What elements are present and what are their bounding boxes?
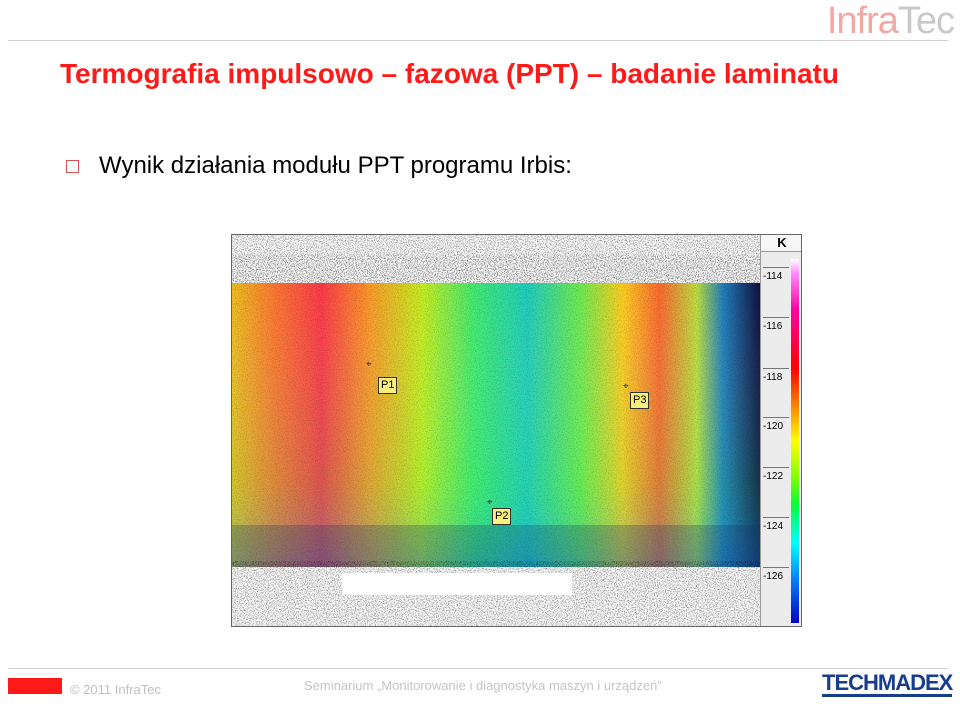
scale-unit: K <box>761 235 801 252</box>
scale-tick: -124 <box>763 521 784 532</box>
bullet-square-icon <box>66 159 79 173</box>
scale-tick: -118 <box>763 372 783 383</box>
bullet-item: Wynik działania modułu PPT programu Irbi… <box>66 152 572 180</box>
bullet-text: Wynik działania modułu PPT programu Irbi… <box>99 152 572 179</box>
scale-tick-line <box>763 317 789 318</box>
logo-tec: Tec <box>897 0 955 42</box>
slide-title: Termografia impulsowo – fazowa (PPT) – b… <box>60 58 839 89</box>
p1-crosshair-icon: ⌖ <box>366 359 372 370</box>
marker-p2: P2 <box>492 508 512 525</box>
scale-tick-line <box>763 517 789 518</box>
scale-tick: -122 <box>763 471 784 482</box>
p2-crosshair-icon: ⌖ <box>487 497 493 508</box>
scale-tick-line <box>763 368 789 369</box>
header-divider <box>8 40 948 41</box>
color-scale-bar <box>791 259 799 623</box>
scale-tick-line <box>763 567 789 568</box>
thermogram-image: ⌖ P1 ⌖ P2 ⌖ P3 K -114 -116 -118 -120 -12… <box>231 234 802 627</box>
seminar-text: Seminarium „Monitorowanie i diagnostyka … <box>304 678 662 693</box>
copyright-text: © 2011 InfraTec <box>70 682 161 697</box>
scale-tick: -120 <box>763 421 784 432</box>
scale-tick: -126 <box>763 571 784 582</box>
scale-tick: -114 <box>763 271 783 282</box>
logo-infra: Infra <box>826 0 899 42</box>
p3-crosshair-icon: ⌖ <box>623 381 629 392</box>
footer-divider <box>8 668 948 669</box>
color-scale: K -114 -116 -118 -120 -122 -124 -126 <box>760 235 801 626</box>
scale-tick-line <box>763 267 789 268</box>
scale-tick-line <box>763 467 789 468</box>
footer-red-bar <box>8 678 62 694</box>
infratec-logo: InfraTec <box>826 0 955 43</box>
scale-tick: -116 <box>763 321 783 332</box>
scale-tick-line <box>763 417 789 418</box>
techmadex-logo: TECHMADEX <box>822 670 953 697</box>
marker-p1: P1 <box>378 377 398 394</box>
marker-p3: P3 <box>630 392 650 409</box>
thermogram-heatmap <box>232 235 760 626</box>
